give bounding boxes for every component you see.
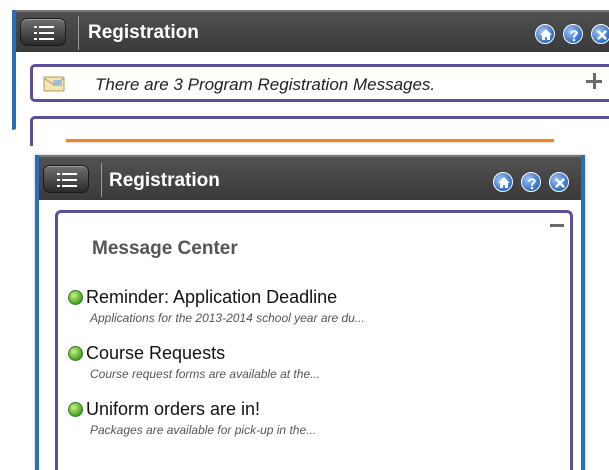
messages-notice-box[interactable]: There are 3 Program Registration Message… (30, 64, 609, 102)
message-preview: Course request forms are available at th… (90, 367, 321, 381)
home-icon (540, 29, 552, 40)
menu-icon (34, 26, 54, 40)
menu-icon (57, 173, 77, 187)
menu-button[interactable] (20, 18, 66, 46)
home-button[interactable] (535, 24, 555, 44)
title-separator (101, 163, 102, 197)
message-preview: Applications for the 2013-2014 school ye… (90, 311, 365, 325)
widget-title: Registration (88, 22, 199, 43)
widget-body: There are 3 Program Registration Message… (16, 52, 609, 146)
widget-titlebar: Registration (16, 10, 609, 52)
menu-button[interactable] (43, 165, 89, 193)
messages-notice-text: There are 3 Program Registration Message… (95, 75, 436, 94)
message-center: Message Center Reminder: Application Dea… (55, 210, 573, 470)
message-title: Reminder: Application Deadline (86, 287, 338, 307)
home-icon (498, 177, 510, 188)
minus-icon[interactable] (550, 219, 564, 233)
close-icon (555, 178, 565, 188)
help-icon (570, 30, 578, 42)
widget-title: Registration (109, 170, 220, 191)
green-dot-icon (68, 290, 83, 305)
message-title: Course Requests (86, 343, 226, 363)
registration-widget-expanded: Registration Message Center Reminder: Ap… (35, 155, 585, 470)
divider (66, 139, 554, 142)
plus-icon[interactable] (586, 73, 602, 89)
message-title: Uniform orders are in! (86, 399, 261, 419)
green-dot-icon (68, 346, 83, 361)
close-button[interactable] (549, 172, 569, 192)
title-separator (78, 16, 79, 50)
widget-body: Message Center Reminder: Application Dea… (39, 200, 581, 470)
envelope-icon (43, 76, 65, 92)
green-dot-icon (68, 402, 83, 417)
help-button[interactable] (563, 24, 583, 44)
widget-titlebar: Registration (39, 155, 581, 200)
help-button[interactable] (521, 172, 541, 192)
message-center-heading: Message Center (92, 238, 238, 259)
close-icon (597, 30, 607, 40)
message-preview: Packages are available for pick-up in th… (90, 423, 317, 437)
home-button[interactable] (493, 172, 513, 192)
close-button[interactable] (591, 24, 609, 44)
help-icon (528, 178, 536, 190)
registration-widget-collapsed: Registration There are 3 Program Registr… (12, 10, 609, 146)
